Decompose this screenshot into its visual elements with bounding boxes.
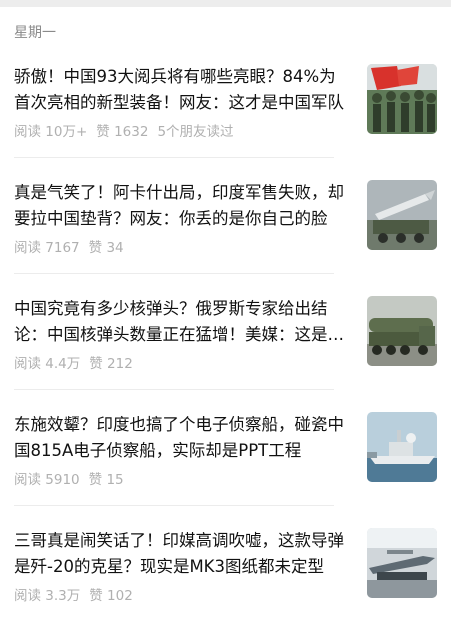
article-meta: 阅读 7167 赞 34 (14, 236, 133, 256)
missile-truck-photo-icon (367, 296, 437, 366)
missile-display-photo-icon (367, 528, 437, 598)
read-count: 阅读 3.3万 (14, 588, 81, 604)
article-title[interactable]: 中国究竟有多少核弹头？俄罗斯专家给出结论：中国核弹头数量正在猛增！美媒：这是事实 (14, 296, 352, 348)
like-count: 赞 34 (88, 240, 124, 256)
divider (14, 389, 334, 390)
article-item[interactable]: 三哥真是闹笑话了！印媒高调吹嘘，这款导弹是歼-20的克星？现实是MK3图纸都未定… (14, 528, 437, 622)
like-count: 赞 15 (88, 472, 124, 488)
divider (14, 273, 334, 274)
read-count: 阅读 5910 (14, 472, 80, 488)
like-count: 赞 212 (89, 356, 133, 372)
ship-photo-icon (367, 412, 437, 482)
read-count: 阅读 10万+ (14, 124, 88, 140)
divider (14, 505, 334, 506)
article-title[interactable]: 真是气笑了！阿卡什出局，印度军售失败，却要拉中国垫背？网友：你丢的是你自己的脸 (14, 180, 352, 232)
missile-display-thumbnail[interactable] (367, 528, 437, 598)
day-heading: 星期一 (14, 25, 56, 41)
article-meta: 阅读 4.4万赞 212 (14, 352, 142, 372)
read-count: 阅读 4.4万 (14, 356, 81, 372)
article-item[interactable]: 真是气笑了！阿卡什出局，印度军售失败，却要拉中国垫背？网友：你丢的是你自己的脸 … (14, 180, 437, 274)
article-meta: 阅读 3.3万赞 102 (14, 584, 142, 604)
article-title[interactable]: 骄傲！中国93大阅兵将有哪些亮眼？84%为首次亮相的新型装备！网友：这才是中国军… (14, 64, 352, 116)
article-title[interactable]: 三哥真是闹笑话了！印媒高调吹嘘，这款导弹是歼-20的克星？现实是MK3图纸都未定… (14, 528, 352, 580)
like-count: 赞 1632 (96, 124, 149, 140)
friends-read: 5个朋友读过 (157, 124, 234, 140)
like-count: 赞 102 (89, 588, 133, 604)
parade-thumbnail[interactable] (367, 64, 437, 134)
missile-launcher-thumbnail[interactable] (367, 180, 437, 250)
ship-thumbnail[interactable] (367, 412, 437, 482)
parade-photo-icon (367, 64, 437, 134)
divider (14, 157, 334, 158)
read-count: 阅读 7167 (14, 240, 80, 256)
missile-launcher-photo-icon (367, 180, 437, 250)
article-meta: 阅读 10万+ 赞 1632 5个朋友读过 (14, 120, 243, 140)
missile-truck-thumbnail[interactable] (367, 296, 437, 366)
top-bar (0, 0, 451, 7)
article-meta: 阅读 5910 赞 15 (14, 468, 133, 488)
article-item[interactable]: 东施效颦？印度也搞了个电子侦察船，碰瓷中国815A电子侦察船，实际却是PPT工程… (14, 412, 437, 506)
article-title[interactable]: 东施效颦？印度也搞了个电子侦察船，碰瓷中国815A电子侦察船，实际却是PPT工程 (14, 412, 352, 464)
article-item[interactable]: 中国究竟有多少核弹头？俄罗斯专家给出结论：中国核弹头数量正在猛增！美媒：这是事实… (14, 296, 437, 390)
article-item[interactable]: 骄傲！中国93大阅兵将有哪些亮眼？84%为首次亮相的新型装备！网友：这才是中国军… (14, 64, 437, 158)
